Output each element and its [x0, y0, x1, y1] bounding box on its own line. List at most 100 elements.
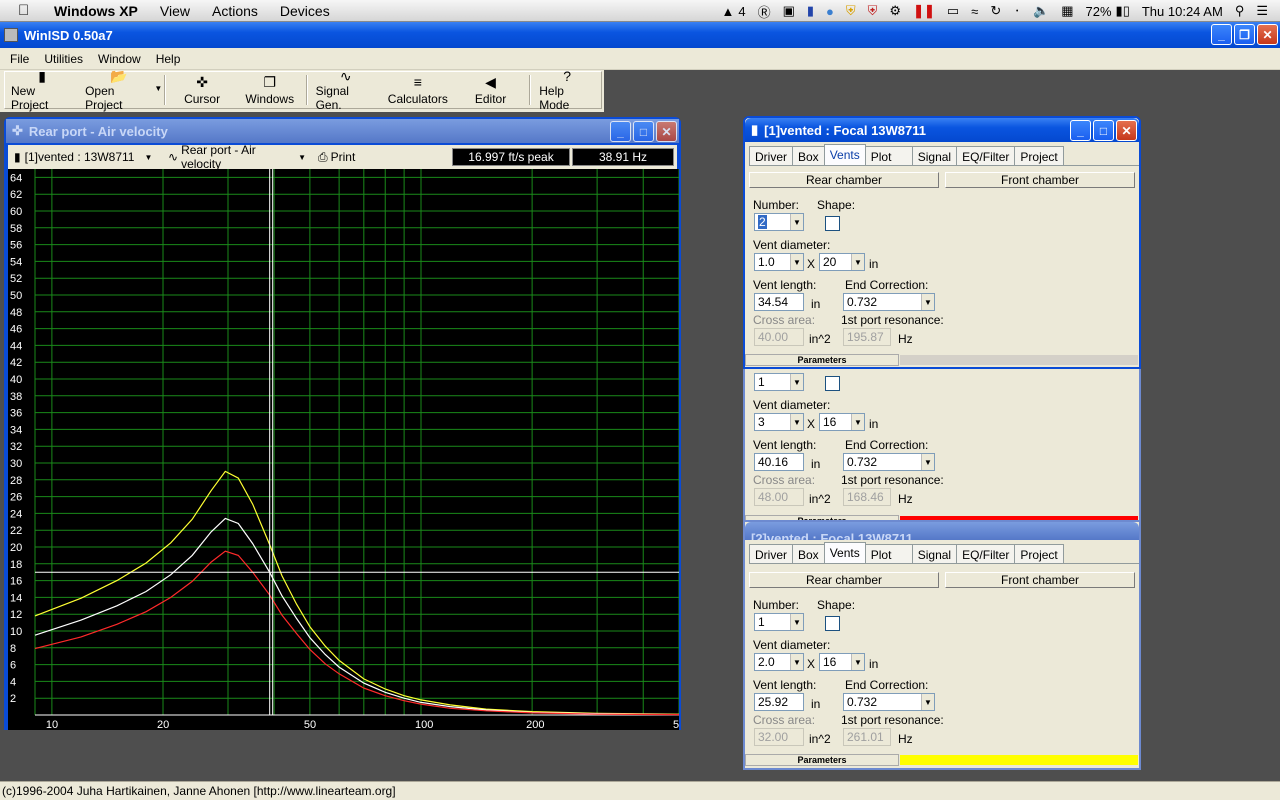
list-icon[interactable]: ☰ [1256, 3, 1268, 19]
print-button[interactable]: ⎙ Print [312, 146, 452, 168]
vents-window-2: [2]vented : Focal 13W8711 Driver Box Ven… [743, 520, 1141, 770]
adobe-icon[interactable]: ▲ [721, 4, 734, 19]
menu-help[interactable]: Help [146, 52, 186, 66]
tab-box[interactable]: Box [792, 146, 825, 165]
front-chamber-button[interactable]: Front chamber [945, 172, 1135, 188]
wifi-icon[interactable]: ≈ [971, 4, 978, 19]
y-tick-label: 18 [10, 559, 22, 571]
shape-checkbox[interactable] [825, 216, 840, 231]
open-project-button[interactable]: 📂 Open Project [79, 68, 158, 112]
graph-close-button[interactable]: ✕ [656, 121, 677, 142]
tab-eq-filter[interactable]: EQ/Filter [956, 544, 1016, 563]
end-correction-combo[interactable]: 0.732 ▼ [843, 693, 935, 711]
cursor-button[interactable]: ✜ Cursor [168, 72, 236, 108]
tab-signal[interactable]: Signal [911, 146, 958, 165]
tab-project[interactable]: Project [1014, 544, 1064, 563]
project-select[interactable]: ▮ [1]vented : 13W8711 ▼ [8, 146, 162, 168]
open-project-dropdown-icon[interactable]: ▼ [154, 72, 162, 108]
vents-window-1: ▮ [1]vented : Focal 13W8711 _ □ ✕ Driver… [743, 116, 1141, 369]
windows-button[interactable]: ❐ Windows [236, 72, 304, 108]
vent-length-input[interactable]: 40.16 [754, 453, 804, 471]
signal-gen-button[interactable]: ∿ Signal Gen. [310, 68, 382, 112]
vent-diameter-b-combo[interactable]: 16 ▼ [819, 413, 865, 431]
security-icon[interactable]: ⛨ [868, 3, 878, 19]
rear-chamber-button[interactable]: Rear chamber [749, 172, 939, 188]
bluetooth-icon[interactable]: ᛫ [1013, 4, 1021, 19]
s-icon[interactable]: Ⓡ [758, 2, 771, 21]
airplay-icon[interactable]: ▭ [947, 3, 959, 19]
vent-length-input[interactable]: 25.92 [754, 693, 804, 711]
graph-minimize-button[interactable]: _ [610, 121, 631, 142]
chevron-down-icon: ▼ [790, 374, 803, 390]
menu-utilities[interactable]: Utilities [34, 52, 88, 66]
number-combo[interactable]: 1 ▼ [754, 613, 804, 631]
vent-diameter-a-combo[interactable]: 2.0 ▼ [754, 653, 804, 671]
tab-driver[interactable]: Driver [749, 544, 793, 563]
calculators-button[interactable]: ≡ Calculators [382, 72, 454, 108]
rear-chamber-button[interactable]: Rear chamber [749, 572, 939, 588]
y-tick-label: 42 [10, 357, 22, 369]
calendar-icon[interactable]: ▦ [1061, 3, 1073, 19]
graph-type-select[interactable]: ∿ Rear port - Air velocity ▼ [162, 143, 312, 171]
vent-diameter-a-combo[interactable]: 1.0 ▼ [754, 253, 804, 271]
vent-length-input[interactable]: 34.54 [754, 293, 804, 311]
vent-diameter-b-combo[interactable]: 16 ▼ [819, 653, 865, 671]
flag-icon[interactable]: ▮ [807, 3, 814, 19]
menu-file[interactable]: File [0, 52, 34, 66]
tab-signal[interactable]: Signal [911, 544, 958, 563]
air-velocity-chart[interactable]: 2468101214161820222426283032343638404244… [8, 169, 679, 730]
chevron-down-icon: ▼ [790, 614, 803, 630]
timemachine-icon[interactable]: ↻ [990, 3, 1001, 19]
mac-app-name[interactable]: Windows XP [54, 3, 138, 19]
graph-maximize-button[interactable]: □ [633, 121, 654, 142]
tab-eq-filter[interactable]: EQ/Filter [956, 146, 1016, 165]
printer-icon: ⎙ [318, 149, 328, 164]
number-combo[interactable]: 1 ▼ [754, 373, 804, 391]
win1-minimize-button[interactable]: _ [1070, 120, 1091, 141]
shape-checkbox[interactable] [825, 616, 840, 631]
y-tick-label: 40 [10, 374, 22, 386]
tab-plot[interactable]: Plot [864, 146, 913, 165]
vent-diameter-a-combo[interactable]: 3 ▼ [754, 413, 804, 431]
help-mode-button[interactable]: ? Help Mode [533, 68, 601, 112]
tab-driver[interactable]: Driver [749, 146, 793, 165]
minimize-button[interactable]: _ [1211, 24, 1232, 45]
editor-button[interactable]: ◀ Editor [454, 72, 527, 108]
cross-area-field: 40.00 [754, 328, 804, 346]
app-icon[interactable] [4, 28, 18, 42]
menu-window[interactable]: Window [88, 52, 146, 66]
spotlight-icon[interactable]: ⚲ [1235, 3, 1245, 19]
tab-project[interactable]: Project [1014, 146, 1064, 165]
screen-icon[interactable]: ▣ [783, 3, 795, 19]
clock[interactable]: Thu 10:24 AM [1142, 4, 1223, 19]
mac-menu-actions[interactable]: Actions [212, 3, 258, 19]
chevron-down-icon: ▼ [851, 414, 864, 430]
tab-vents[interactable]: Vents [823, 542, 866, 563]
shape-label: Shape: [817, 598, 856, 612]
battery-percent[interactable]: 72% [1086, 4, 1112, 19]
number-combo[interactable]: 2 ▼ [754, 213, 804, 231]
restore-button[interactable]: ❐ [1234, 24, 1255, 45]
win1-close-button[interactable]: ✕ [1116, 120, 1137, 141]
close-button[interactable]: ✕ [1257, 24, 1278, 45]
volume-icon[interactable]: 🔈 [1033, 3, 1049, 19]
gear-icon[interactable]: ⚙ [889, 3, 901, 19]
shield-icon[interactable]: ⛨ [846, 3, 856, 19]
front-chamber-button[interactable]: Front chamber [945, 572, 1135, 588]
tab-plot[interactable]: Plot [864, 544, 913, 563]
battery-icon[interactable]: ▮▯ [1116, 3, 1130, 19]
tab-box[interactable]: Box [792, 544, 825, 563]
end-correction-combo[interactable]: 0.732 ▼ [843, 293, 935, 311]
win1-maximize-button[interactable]: □ [1093, 120, 1114, 141]
vent-diameter-b-combo[interactable]: 20 ▼ [819, 253, 865, 271]
end-correction-combo[interactable]: 0.732 ▼ [843, 453, 935, 471]
pause-icon[interactable]: ❚❚ [913, 3, 935, 19]
tab-vents[interactable]: Vents [823, 144, 866, 165]
globe-icon[interactable]: ● [826, 4, 834, 19]
mac-menu-view[interactable]: View [160, 3, 190, 19]
new-project-button[interactable]: ▮ New Project [5, 68, 79, 112]
shape-checkbox[interactable] [825, 376, 840, 391]
mac-menu-devices[interactable]: Devices [280, 3, 330, 19]
cross-area-label: Cross area: [753, 713, 816, 727]
apple-icon[interactable]:  [18, 2, 38, 19]
